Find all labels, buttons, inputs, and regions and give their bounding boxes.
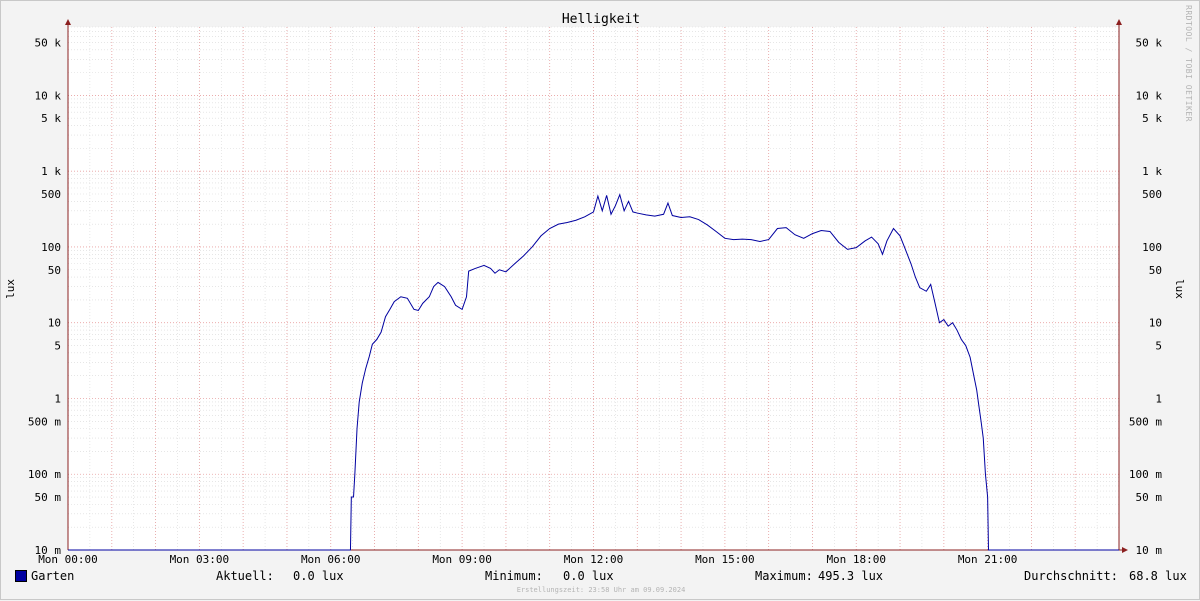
y-tick-label-right: 50 xyxy=(1149,264,1162,277)
legend-series-name: Garten xyxy=(31,569,75,583)
y-tick-label-right: 100 m xyxy=(1129,468,1162,481)
legend-min-value: 0.0 lux xyxy=(563,569,614,583)
y-tick-label-right: 50 k xyxy=(1136,36,1163,49)
y-tick-label-right: 500 xyxy=(1142,188,1162,201)
y-tick-label-left: 50 k xyxy=(35,36,62,49)
legend-swatch xyxy=(15,570,27,582)
x-tick-label: Mon 06:00 xyxy=(301,553,361,566)
y-tick-label-left: 100 xyxy=(41,241,61,254)
y-tick-label-right: 50 m xyxy=(1136,491,1163,504)
legend-current-value: 0.0 lux xyxy=(293,569,344,583)
y-tick-label-right: 5 k xyxy=(1142,112,1162,125)
y-tick-label-right: 5 xyxy=(1155,340,1162,353)
footer-timestamp: Erstellungszeit: 23:58 Uhr am 09.09.2024 xyxy=(516,586,686,594)
y-tick-label-left: 10 k xyxy=(35,89,62,102)
x-tick-label: Mon 00:00 xyxy=(38,553,98,566)
y-tick-label-left: 500 m xyxy=(28,415,61,428)
y-tick-label-right: 100 xyxy=(1142,241,1162,254)
y-tick-label-right: 10 k xyxy=(1136,89,1163,102)
y-tick-label-left: 5 k xyxy=(41,112,61,125)
legend-avg-value: 68.8 lux xyxy=(1129,569,1187,583)
y-tick-label-right: 500 m xyxy=(1129,415,1162,428)
legend-current-label: Aktuell: xyxy=(216,569,274,583)
x-tick-label: Mon 18:00 xyxy=(826,553,886,566)
y-tick-label-left: 50 xyxy=(48,264,61,277)
y-tick-label-left: 5 xyxy=(54,340,61,353)
x-tick-label: Mon 21:00 xyxy=(958,553,1018,566)
chart-frame: Helligkeit RRDTOOL / TOBI OETIKER lux lu… xyxy=(0,0,1200,600)
x-axis-arrow xyxy=(1122,547,1128,553)
legend: Garten Aktuell: 0.0 lux Minimum: 0.0 lux… xyxy=(1,569,1200,585)
y-tick-label-left: 1 xyxy=(54,392,61,405)
y-axis-arrow-right xyxy=(1116,19,1122,25)
x-tick-label: Mon 15:00 xyxy=(695,553,755,566)
y-tick-label-left: 10 xyxy=(48,317,61,330)
legend-max-label: Maximum: xyxy=(755,569,813,583)
y-tick-label-left: 1 k xyxy=(41,165,61,178)
y-tick-label-left: 500 xyxy=(41,188,61,201)
y-tick-label-right: 10 m xyxy=(1136,544,1163,557)
legend-max-value: 495.3 lux xyxy=(818,569,884,583)
y-tick-label-right: 10 xyxy=(1149,317,1162,330)
x-tick-label: Mon 09:00 xyxy=(432,553,492,566)
y-tick-label-right: 1 k xyxy=(1142,165,1162,178)
legend-avg-label: Durchschnitt: xyxy=(1024,569,1118,583)
x-tick-label: Mon 12:00 xyxy=(564,553,624,566)
y-tick-label-left: 100 m xyxy=(28,468,61,481)
y-tick-label-right: 1 xyxy=(1155,392,1162,405)
legend-min-label: Minimum: xyxy=(485,569,543,583)
x-tick-label: Mon 03:00 xyxy=(170,553,230,566)
y-tick-label-left: 50 m xyxy=(35,491,62,504)
y-axis-arrow-left xyxy=(65,19,71,25)
chart-plot: 50 k 50 k 10 k 10 k 5 k 5 k 1 k 1 k 500 500 100 100… xyxy=(28,19,1163,566)
